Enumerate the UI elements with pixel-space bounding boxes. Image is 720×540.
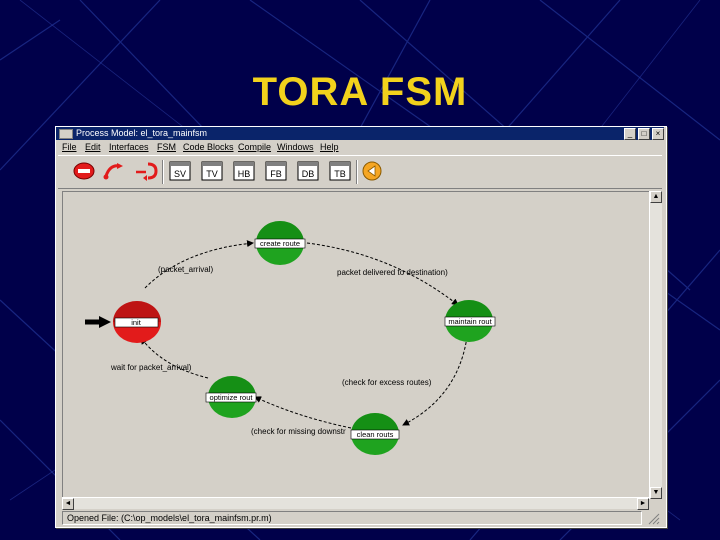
edit-header-block-icon[interactable]: HB xyxy=(232,160,256,182)
app-icon xyxy=(59,129,73,139)
scroll-left-icon[interactable]: ◄ xyxy=(62,498,74,510)
svg-text:FB: FB xyxy=(270,169,282,179)
menu-edit[interactable]: Edit xyxy=(85,141,101,153)
minimize-button[interactable]: _ xyxy=(624,128,636,140)
svg-text:SV: SV xyxy=(174,169,186,179)
compile-icon[interactable] xyxy=(360,160,384,182)
state-label: optimize rout xyxy=(210,393,254,402)
menu-windows[interactable]: Windows xyxy=(277,141,314,153)
create-transition-icon[interactable] xyxy=(102,160,126,182)
svg-text:TV: TV xyxy=(206,169,218,179)
initial-state-arrow-icon xyxy=(99,316,111,328)
scroll-down-icon[interactable]: ▼ xyxy=(650,487,662,499)
window-title: Process Model: el_tora_mainfsm xyxy=(76,128,208,138)
toolbar: SV TV HB FB DB TB xyxy=(58,155,662,189)
maximize-button[interactable]: □ xyxy=(638,128,650,140)
toolbar-separator xyxy=(162,160,164,184)
state-label: init xyxy=(131,318,142,327)
create-state-icon[interactable] xyxy=(72,160,96,182)
state-maintain-rout[interactable]: maintain rout xyxy=(444,300,496,342)
state-init[interactable]: init xyxy=(113,301,161,343)
create-self-transition-icon[interactable] xyxy=(134,160,158,182)
resize-grip-icon[interactable] xyxy=(646,513,660,525)
state-create-route[interactable]: create route xyxy=(254,221,306,265)
fsm-canvas[interactable]: (packet_arrival) packet delivered to des… xyxy=(62,191,650,499)
transition-label: (check for excess routes) xyxy=(342,378,432,387)
edit-state-variables-icon[interactable]: SV xyxy=(168,160,192,182)
transition-label: (check for missing downstr xyxy=(251,427,346,436)
transition-label: wait for packet_arrival) xyxy=(110,363,192,372)
transition-label: packet delivered to destination) xyxy=(337,268,448,277)
slide-title: TORA FSM xyxy=(252,70,468,114)
process-model-window: Process Model: el_tora_mainfsm _ □ × Fil… xyxy=(55,126,667,528)
menu-fsm[interactable]: FSM xyxy=(157,141,176,153)
edit-function-block-icon[interactable]: FB xyxy=(264,160,288,182)
edit-termination-block-icon[interactable]: TB xyxy=(328,160,352,182)
scroll-right-icon[interactable]: ► xyxy=(637,498,649,510)
menu-file[interactable]: File xyxy=(62,141,77,153)
svg-text:DB: DB xyxy=(302,169,315,179)
fsm-diagram: (packet_arrival) packet delivered to des… xyxy=(85,221,496,455)
state-clean-routs[interactable]: clean routs xyxy=(350,413,400,455)
menu-compile[interactable]: Compile xyxy=(238,141,271,153)
state-label: create route xyxy=(260,239,300,248)
status-bar: Opened File: (C:\op_models\el_tora_mainf… xyxy=(62,511,642,525)
menu-bar: File Edit Interfaces FSM Code Blocks Com… xyxy=(58,141,662,153)
state-label: maintain rout xyxy=(448,317,492,326)
window-titlebar[interactable]: Process Model: el_tora_mainfsm _ □ × xyxy=(56,127,664,140)
transition-optimize-to-init[interactable] xyxy=(140,337,209,379)
menu-interfaces[interactable]: Interfaces xyxy=(109,141,149,153)
vertical-scrollbar[interactable]: ▲ ▼ xyxy=(649,191,662,499)
horizontal-scrollbar[interactable]: ◄ ► xyxy=(62,497,649,510)
svg-text:HB: HB xyxy=(238,169,251,179)
state-optimize-rout[interactable]: optimize rout xyxy=(205,376,257,418)
menu-code-blocks[interactable]: Code Blocks xyxy=(183,141,234,153)
transition-clean-to-optimize[interactable] xyxy=(254,396,352,429)
svg-text:TB: TB xyxy=(334,169,346,179)
toolbar-separator xyxy=(356,160,358,184)
menu-help[interactable]: Help xyxy=(320,141,339,153)
edit-temporary-variables-icon[interactable]: TV xyxy=(200,160,224,182)
edit-diagnostic-block-icon[interactable]: DB xyxy=(296,160,320,182)
transition-label: (packet_arrival) xyxy=(158,265,213,274)
close-button[interactable]: × xyxy=(652,128,664,140)
state-label: clean routs xyxy=(357,430,394,439)
scroll-up-icon[interactable]: ▲ xyxy=(650,191,662,203)
